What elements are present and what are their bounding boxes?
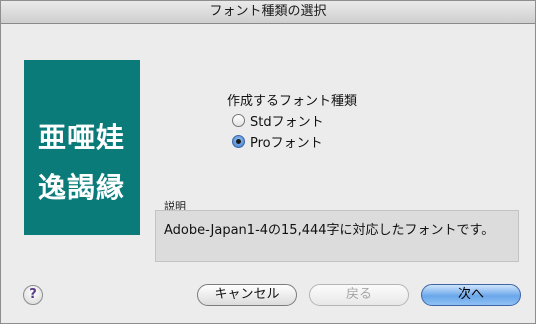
font-sample-preview: 亜唖娃 逸謁縁 [24, 60, 140, 235]
radio-pro-label: Proフォント [250, 136, 323, 151]
radio-pro-font[interactable]: Proフォント [232, 132, 323, 151]
radio-std-font[interactable]: Stdフォント [232, 111, 324, 130]
next-button[interactable]: 次へ [421, 284, 521, 306]
radio-std-indicator[interactable] [232, 114, 245, 127]
sample-line-2: 逸謁縁 [38, 171, 126, 204]
font-type-group-label: 作成するフォント種類 [227, 94, 358, 109]
back-button[interactable]: 戻る [309, 284, 409, 306]
radio-pro-indicator[interactable] [232, 135, 245, 148]
cancel-button[interactable]: キャンセル [197, 284, 297, 306]
font-type-dialog: フォント種類の選択 亜唖娃 逸謁縁 作成するフォント種類 Stdフォント Pro… [0, 0, 536, 324]
description-box: Adobe-Japan1-4の15,444字に対応したフォントです。 [155, 210, 519, 262]
window-title: フォント種類の選択 [209, 4, 327, 19]
radio-std-label: Stdフォント [250, 115, 324, 130]
sample-line-1: 亜唖娃 [38, 121, 126, 154]
description-text: Adobe-Japan1-4の15,444字に対応したフォントです。 [164, 223, 495, 238]
title-bar: フォント種類の選択 [1, 1, 535, 24]
help-icon[interactable]: ? [23, 285, 43, 305]
